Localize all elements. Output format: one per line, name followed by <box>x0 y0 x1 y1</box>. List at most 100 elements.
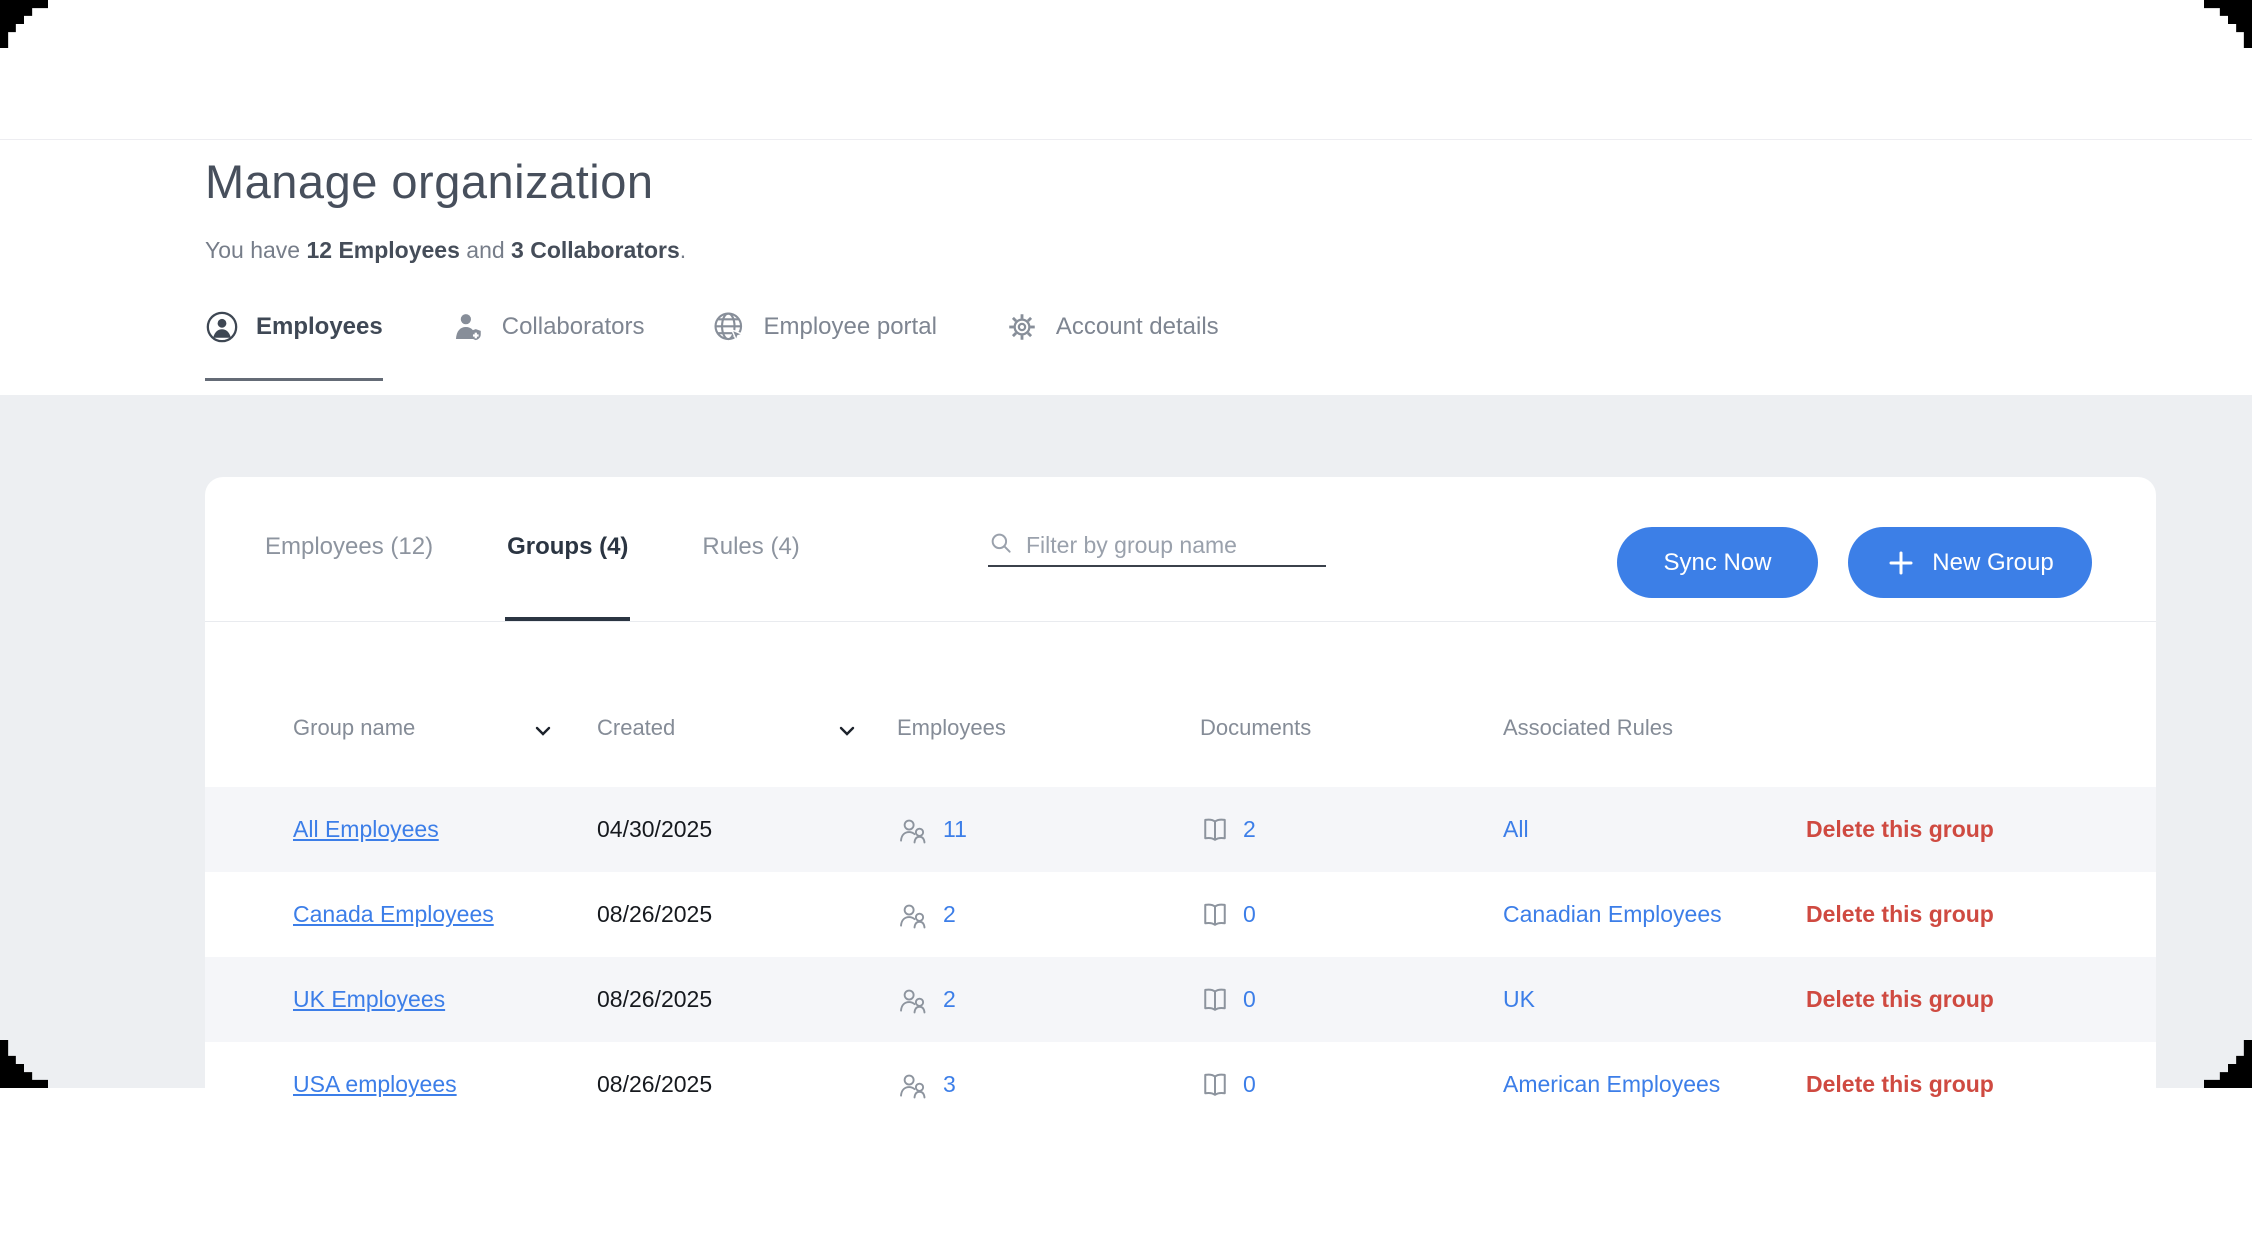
column-header-documents: Documents <box>1200 715 1503 787</box>
employees-count-value: 2 <box>943 901 956 928</box>
globe-pointer-icon <box>712 310 746 344</box>
new-group-button[interactable]: New Group <box>1848 527 2092 598</box>
employees-count: 12 Employees <box>306 237 459 263</box>
group-filter-input[interactable] <box>1026 532 1326 559</box>
group-name-link[interactable]: USA employees <box>293 1071 457 1097</box>
created-cell: 08/26/2025 <box>597 901 897 928</box>
documents-count-value: 0 <box>1243 1071 1256 1098</box>
subtitle-text: . <box>680 237 686 263</box>
tab-account-details[interactable]: Account details <box>1005 310 1219 381</box>
page-title: Manage organization <box>205 154 2156 209</box>
associated-rule-link[interactable]: All <box>1503 816 1529 842</box>
employees-count-link[interactable]: 11 <box>897 815 1200 845</box>
documents-cell: 0 <box>1200 900 1503 930</box>
column-header-created[interactable]: Created <box>597 715 897 787</box>
table-row: UK Employees 08/26/2025 2 <box>205 957 2156 1042</box>
group-name-link[interactable]: Canada Employees <box>293 901 494 927</box>
plus-icon <box>1886 548 1916 578</box>
created-cell: 08/26/2025 <box>597 986 897 1013</box>
documents-count-link[interactable]: 2 <box>1200 815 1503 845</box>
delete-group-link[interactable]: Delete this group <box>1806 986 1994 1012</box>
column-header-associated-rules: Associated Rules <box>1503 715 1806 787</box>
table-row: Canada Employees 08/26/2025 2 <box>205 872 2156 957</box>
book-icon <box>1200 1070 1230 1100</box>
delete-group-link[interactable]: Delete this group <box>1806 1071 1994 1097</box>
book-icon <box>1200 985 1230 1015</box>
employees-count-value: 2 <box>943 986 956 1013</box>
subtab-label: Rules (4) <box>702 533 799 561</box>
person-circle-icon <box>205 310 239 344</box>
column-label: Employees <box>897 715 1006 740</box>
associated-rule-link[interactable]: American Employees <box>1503 1071 1720 1097</box>
users-icon <box>897 1070 930 1100</box>
associated-rules-cell: Canadian Employees <box>1503 901 1806 928</box>
tab-employee-portal[interactable]: Employee portal <box>712 310 936 381</box>
table-row: USA employees 08/26/2025 3 <box>205 1042 2156 1127</box>
gear-icon <box>1005 310 1039 344</box>
documents-cell: 0 <box>1200 1070 1503 1100</box>
actions-cell: Delete this group <box>1806 1071 2156 1098</box>
created-cell: 08/26/2025 <box>597 1071 897 1098</box>
documents-count-link[interactable]: 0 <box>1200 900 1503 930</box>
delete-group-link[interactable]: Delete this group <box>1806 816 1994 842</box>
employees-count-link[interactable]: 2 <box>897 900 1200 930</box>
group-name-link[interactable]: UK Employees <box>293 986 445 1012</box>
tab-collaborators[interactable]: Collaborators <box>451 310 645 381</box>
card-tabs: Employees (12) Groups (4) Rules (4) Sync… <box>205 477 2156 622</box>
tab-label: Account details <box>1056 313 1219 341</box>
employees-cell: 3 <box>897 1070 1200 1100</box>
subtitle: You have 12 Employees and 3 Collaborator… <box>205 237 2156 264</box>
tab-label: Collaborators <box>502 313 645 341</box>
groups-card: Employees (12) Groups (4) Rules (4) Sync… <box>205 477 2156 1237</box>
column-header-group-name[interactable]: Group name <box>293 715 597 787</box>
tab-label: Employee portal <box>763 313 936 341</box>
group-name-cell: USA employees <box>293 1071 597 1098</box>
book-icon <box>1200 900 1230 930</box>
documents-count-link[interactable]: 0 <box>1200 1070 1503 1100</box>
page-body: Employees (12) Groups (4) Rules (4) Sync… <box>0 395 2252 1088</box>
employees-cell: 2 <box>897 985 1200 1015</box>
column-label: Documents <box>1200 715 1311 740</box>
employees-count-link[interactable]: 2 <box>897 985 1200 1015</box>
table-body: All Employees 04/30/2025 11 <box>205 787 2156 1127</box>
subtab-employees[interactable]: Employees (12) <box>263 477 435 621</box>
employees-cell: 11 <box>897 815 1200 845</box>
actions-cell: Delete this group <box>1806 816 2156 843</box>
book-icon <box>1200 815 1230 845</box>
page-header: Manage organization You have 12 Employee… <box>0 140 2252 395</box>
documents-count-value: 0 <box>1243 986 1256 1013</box>
employees-cell: 2 <box>897 900 1200 930</box>
group-name-link[interactable]: All Employees <box>293 816 439 842</box>
sort-chevron-icon[interactable] <box>533 718 553 744</box>
subtitle-text: and <box>460 237 511 263</box>
associated-rule-link[interactable]: UK <box>1503 986 1535 1012</box>
documents-count-link[interactable]: 0 <box>1200 985 1503 1015</box>
sort-chevron-icon[interactable] <box>837 718 857 744</box>
subtab-label: Employees (12) <box>265 533 433 561</box>
sync-now-button[interactable]: Sync Now <box>1617 527 1818 598</box>
users-icon <box>897 815 930 845</box>
group-filter-field <box>988 525 1326 567</box>
group-name-cell: Canada Employees <box>293 901 597 928</box>
tab-label: Employees <box>256 313 383 341</box>
subtab-groups[interactable]: Groups (4) <box>505 477 630 621</box>
subtitle-text: You have <box>205 237 306 263</box>
column-header-employees: Employees <box>897 715 1200 787</box>
delete-group-link[interactable]: Delete this group <box>1806 901 1994 927</box>
employees-count-link[interactable]: 3 <box>897 1070 1200 1100</box>
collaborators-count: 3 Collaborators <box>511 237 680 263</box>
tab-employees[interactable]: Employees <box>205 310 383 381</box>
created-cell: 04/30/2025 <box>597 816 897 843</box>
associated-rules-cell: American Employees <box>1503 1071 1806 1098</box>
documents-count-value: 2 <box>1243 816 1256 843</box>
subtab-rules[interactable]: Rules (4) <box>700 477 801 621</box>
actions-cell: Delete this group <box>1806 901 2156 928</box>
users-icon <box>897 985 930 1015</box>
top-bar <box>0 0 2252 140</box>
associated-rule-link[interactable]: Canadian Employees <box>1503 901 1722 927</box>
column-label: Created <box>597 715 675 740</box>
group-name-cell: UK Employees <box>293 986 597 1013</box>
column-label: Associated Rules <box>1503 715 1673 740</box>
table-row: All Employees 04/30/2025 11 <box>205 787 2156 872</box>
actions-cell: Delete this group <box>1806 986 2156 1013</box>
